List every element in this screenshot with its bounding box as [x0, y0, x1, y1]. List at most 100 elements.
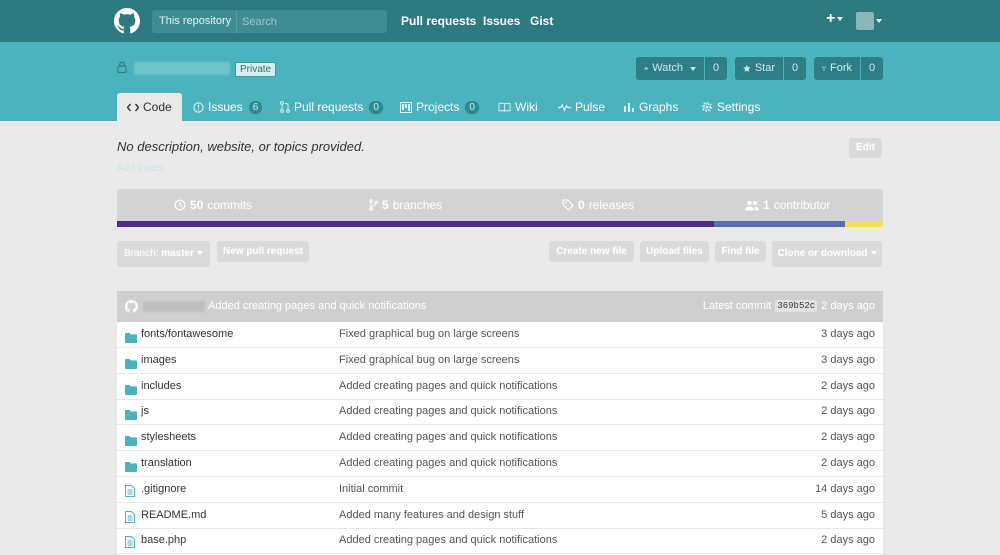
clone-or-download-label: Clone or download	[777, 248, 868, 259]
file-age: 14 days ago	[815, 482, 875, 495]
tab-label: Pulse	[575, 100, 606, 114]
file-age: 2 days ago	[821, 534, 875, 547]
branches-label: branches	[392, 198, 443, 212]
commits-link[interactable]: 50 commits	[174, 198, 252, 212]
file-name-link[interactable]: js	[141, 405, 149, 417]
repo-name[interactable]	[134, 62, 230, 75]
github-avatar-icon	[125, 300, 138, 313]
clone-or-download-button[interactable]: Clone or download	[772, 241, 882, 267]
language-segment[interactable]	[117, 221, 715, 227]
file-commit-message[interactable]: Added creating pages and quick notificat…	[339, 534, 557, 546]
file-icon	[125, 484, 135, 502]
star-button[interactable]: Star	[735, 57, 783, 80]
releases-link[interactable]: 0 releases	[562, 198, 634, 212]
repo-description: No description, website, or topics provi…	[117, 139, 365, 154]
watch-button[interactable]: Watch	[636, 57, 704, 80]
chevron-down-icon	[870, 251, 877, 256]
find-file-button[interactable]: Find file	[715, 241, 766, 262]
tab-pulse[interactable]: Pulse	[558, 93, 605, 121]
file-commit-message[interactable]: Fixed graphical bug on large screens	[339, 328, 519, 340]
latest-commit-message[interactable]: Added creating pages and quick notificat…	[208, 300, 426, 312]
releases-label: releases	[588, 198, 635, 212]
file-age: 5 days ago	[821, 508, 875, 521]
file-row: includes Added creating pages and quick n…	[117, 374, 883, 400]
watch-count[interactable]: 0	[704, 57, 727, 80]
commit-sha-link[interactable]: 369b52c	[775, 300, 818, 312]
tab-wiki[interactable]: Wiki	[498, 93, 538, 121]
tab-code[interactable]: Code	[117, 93, 182, 121]
file-name-link[interactable]: base.php	[141, 534, 186, 546]
branch-icon	[369, 199, 378, 211]
fork-count[interactable]: 0	[860, 57, 883, 80]
chevron-down-icon	[837, 16, 844, 21]
contributors-link[interactable]: 1 contributor	[745, 198, 830, 212]
folder-icon	[125, 382, 137, 400]
graph-icon	[624, 102, 634, 112]
tab-projects[interactable]: Projects 0	[400, 93, 479, 121]
file-name-link[interactable]: images	[141, 354, 176, 366]
file-row: README.md Added many features and design …	[117, 503, 883, 529]
file-name-link[interactable]: README.md	[141, 509, 206, 521]
file-row: fonts/fontawesome Fixed graphical bug on …	[117, 322, 883, 348]
file-name-link[interactable]: stylesheets	[141, 431, 196, 443]
file-icon	[125, 510, 135, 528]
branch-select-label: Branch:	[123, 248, 159, 259]
file-commit-message[interactable]: Added creating pages and quick notificat…	[339, 380, 557, 392]
file-name-link[interactable]: translation	[141, 457, 192, 469]
file-age: 2 days ago	[821, 405, 875, 418]
upload-files-button[interactable]: Upload files	[640, 241, 709, 262]
tab-settings[interactable]: Settings	[701, 93, 760, 121]
nav-pull-requests[interactable]: Pull requests	[401, 14, 476, 28]
branches-link[interactable]: 5 branches	[369, 198, 442, 212]
file-row: base.php Added creating pages and quick n…	[117, 528, 883, 555]
file-name-link[interactable]: fonts/fontawesome	[141, 328, 233, 340]
file-commit-message[interactable]: Added creating pages and quick notificat…	[339, 457, 557, 469]
search-box[interactable]: This repository	[152, 10, 387, 33]
file-row: js Added creating pages and quick notific…	[117, 399, 883, 426]
pull-request-icon	[280, 101, 290, 113]
file-row: translation Added creating pages and quic…	[117, 451, 883, 477]
watch-label: Watch	[652, 62, 683, 74]
file-name-text: stylesheets	[141, 431, 197, 444]
file-commit-message[interactable]: Added many features and design stuff	[339, 509, 524, 521]
tab-pull-requests[interactable]: Pull requests 0	[280, 93, 383, 121]
file-commit-message[interactable]: Fixed graphical bug on large screens	[339, 354, 519, 366]
tab-issues[interactable]: Issues 6	[193, 93, 263, 121]
plus-icon: +	[826, 10, 836, 27]
edit-button[interactable]: Edit	[849, 138, 882, 158]
latest-commit-label: Latest commit	[702, 300, 772, 312]
file-name-text: base.php	[141, 534, 187, 547]
language-bar[interactable]	[117, 221, 883, 227]
new-menu-button[interactable]: +	[826, 10, 844, 28]
create-new-file-button[interactable]: Create new file	[549, 241, 634, 262]
file-commit-message[interactable]: Added creating pages and quick notificat…	[339, 431, 557, 443]
star-count[interactable]: 0	[783, 57, 806, 80]
file-icon	[125, 535, 135, 553]
search-input[interactable]	[242, 13, 382, 30]
tab-count: 6	[248, 100, 263, 114]
wiki-icon	[498, 102, 511, 112]
top-header: This repository Pull requests Issues Gis…	[0, 0, 1000, 42]
tab-label: Graphs	[639, 100, 679, 114]
branch-select[interactable]: Branch: master	[117, 241, 210, 267]
nav-issues[interactable]: Issues	[483, 14, 520, 28]
private-badge: Private	[235, 62, 277, 77]
file-commit-message[interactable]: Initial commit	[339, 483, 403, 495]
tab-label: Pull requests	[294, 100, 364, 114]
new-pull-request-button[interactable]: New pull request	[217, 241, 309, 262]
folder-icon	[125, 433, 137, 451]
folder-icon	[125, 330, 137, 348]
add-topics-link[interactable]: Add topics	[117, 163, 164, 174]
file-name-link[interactable]: .gitignore	[141, 483, 186, 495]
tab-label: Settings	[717, 100, 761, 114]
fork-button[interactable]: Fork	[814, 57, 860, 80]
commit-author[interactable]	[143, 301, 205, 312]
tab-graphs[interactable]: Graphs	[623, 93, 678, 121]
user-menu-button[interactable]	[856, 12, 884, 30]
language-segment[interactable]	[714, 221, 845, 227]
file-name-link[interactable]: includes	[141, 380, 181, 392]
file-commit-message[interactable]: Added creating pages and quick notificat…	[339, 405, 557, 417]
language-segment[interactable]	[844, 221, 883, 227]
nav-gist[interactable]: Gist	[530, 14, 553, 28]
github-logo-icon[interactable]	[114, 8, 140, 34]
